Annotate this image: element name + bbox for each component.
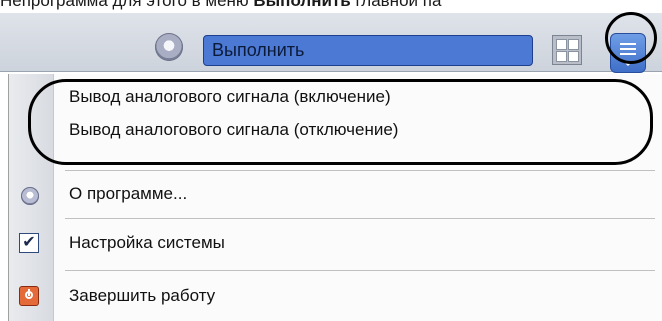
grid-cell bbox=[568, 39, 579, 50]
doc-text-part2: главной па bbox=[350, 0, 442, 10]
doc-text-part1: Непрограмма для этого в меню bbox=[0, 0, 254, 10]
disc-icon[interactable] bbox=[155, 33, 183, 61]
power-exit-icon bbox=[19, 286, 39, 306]
menu-separator bbox=[65, 270, 655, 271]
grid-cell bbox=[568, 51, 579, 62]
main-menu-dropdown: Вывод аналогового сигнала (включение) Вы… bbox=[8, 74, 662, 321]
doc-text-bold: Выполнить bbox=[253, 0, 351, 10]
menu-button-highlight-ring bbox=[605, 12, 657, 64]
menu-item-exit[interactable]: Завершить работу bbox=[69, 286, 215, 306]
left-strip bbox=[0, 74, 8, 321]
grid-cell bbox=[556, 51, 567, 62]
run-field[interactable]: Выполнить bbox=[203, 35, 533, 66]
main-toolbar: Выполнить bbox=[0, 13, 662, 73]
grid-layout-icon[interactable] bbox=[552, 35, 582, 65]
menu-item-system-settings[interactable]: Настройка системы bbox=[69, 233, 225, 253]
menu-separator bbox=[65, 218, 655, 219]
menu-item-about[interactable]: О программе... bbox=[69, 184, 187, 204]
document-text-line: Непрограмма для этого в меню Выполнить г… bbox=[0, 0, 662, 13]
checkbox-checked-icon: ✔ bbox=[19, 233, 39, 253]
grid-cell bbox=[556, 39, 567, 50]
analog-items-highlight-ring bbox=[28, 79, 653, 165]
disc-icon bbox=[21, 187, 39, 205]
menu-separator bbox=[65, 170, 655, 171]
